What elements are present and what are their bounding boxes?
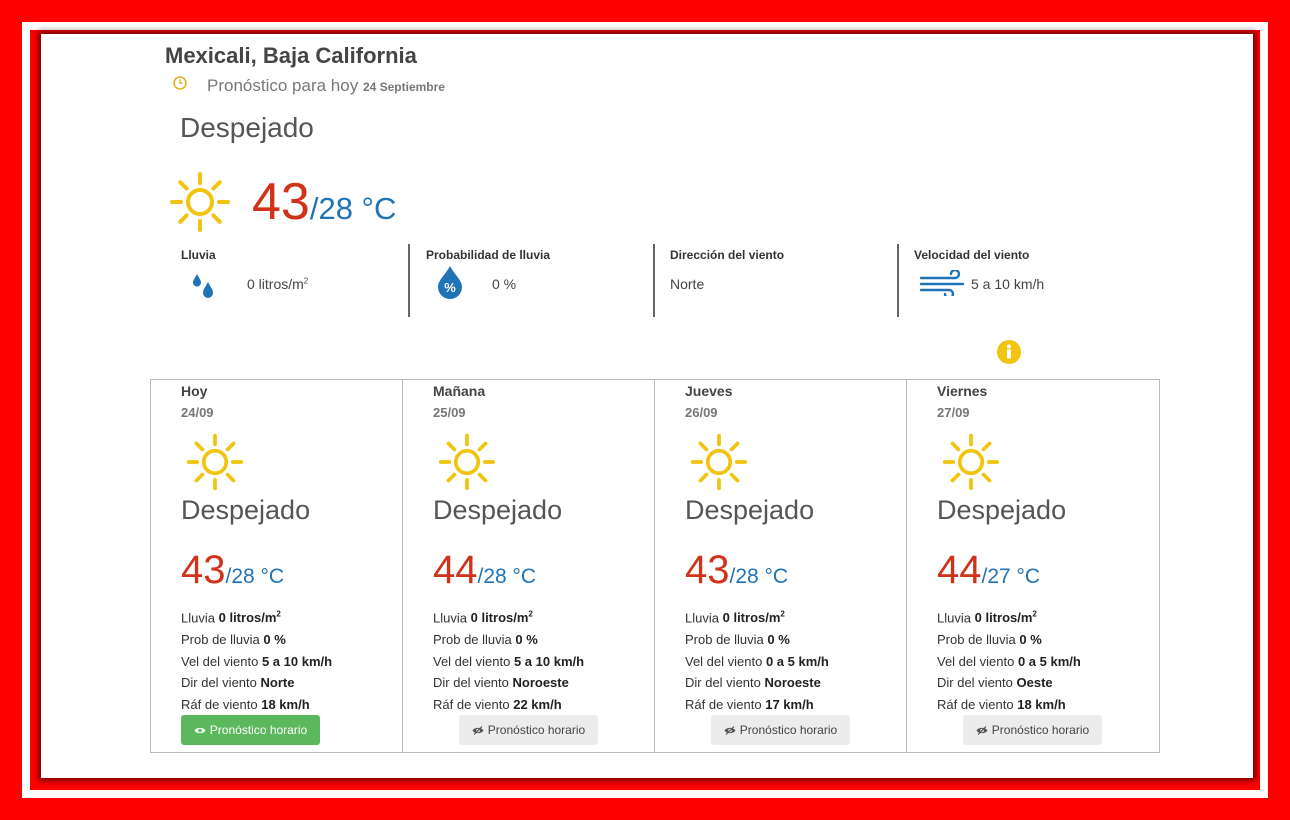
card-wind-speed: Vel del viento 0 a 5 km/h	[937, 653, 1081, 669]
card-day: Hoy	[181, 383, 208, 399]
subtitle-text: Pronóstico para hoy	[207, 76, 359, 95]
weather-panel: Mexicali, Baja California Pronóstico par…	[41, 34, 1253, 778]
current-min-temp: /28 °C	[309, 191, 397, 226]
stat-divider	[897, 244, 899, 317]
forecast-cards: Hoy 24/09 Despejado 43/28 °C Lluvia 0 li…	[150, 379, 1160, 753]
card-condition: Despejado	[181, 495, 311, 525]
eye-slash-icon	[472, 725, 484, 735]
wind-icon	[919, 270, 965, 296]
card-details: Lluvia 0 litros/m2 Prob de lluvia 0 % Ve…	[181, 604, 332, 715]
card-rain: Lluvia 0 litros/m2	[937, 610, 1037, 626]
card-rain-prob: Prob de lluvia 0 %	[181, 631, 286, 647]
forecast-card-0: Hoy 24/09 Despejado 43/28 °C Lluvia 0 li…	[151, 380, 402, 752]
card-condition: Despejado	[433, 495, 563, 525]
current-max-temp: 43	[252, 173, 310, 231]
stat-rain-value: 0 litros/m2	[247, 276, 309, 292]
card-date: 27/09	[937, 405, 970, 420]
forecast-subtitle: Pronóstico para hoy 24 Septiembre	[207, 76, 445, 96]
card-wind-speed: Vel del viento 5 a 10 km/h	[181, 653, 333, 669]
sun-icon	[438, 433, 496, 491]
subtitle-date: 24 Septiembre	[362, 80, 445, 94]
eye-icon	[194, 727, 206, 733]
hourly-forecast-button[interactable]: Pronóstico horario	[459, 715, 598, 745]
card-rain: Lluvia 0 litros/m2	[433, 610, 533, 626]
stat-divider	[653, 244, 655, 317]
card-rain-prob: Prob de lluvia 0 %	[685, 631, 790, 647]
forecast-card-3: Viernes 27/09 Despejado 44/27 °C Lluvia …	[906, 380, 1158, 752]
card-rain-prob: Prob de lluvia 0 %	[433, 631, 538, 647]
stat-wind-speed-label: Velocidad del viento	[914, 248, 1030, 262]
sun-icon	[186, 433, 244, 491]
card-min-temp: /27 °C	[981, 565, 1041, 588]
forecast-card-1: Mañana 25/09 Despejado 44/28 °C Lluvia 0…	[402, 380, 654, 752]
card-min-temp: /28 °C	[729, 565, 789, 588]
card-gust: Ráf de viento 18 km/h	[181, 696, 310, 712]
card-min-temp: /28 °C	[225, 565, 285, 588]
card-gust: Ráf de viento 18 km/h	[937, 696, 1066, 712]
clock-icon	[173, 76, 187, 90]
stat-rain-prob-value: 0 %	[492, 276, 517, 292]
stat-rain-prob-label: Probabilidad de lluvia	[426, 248, 551, 262]
hourly-forecast-button[interactable]: Pronóstico horario	[711, 715, 850, 745]
card-wind-dir: Dir del viento Norte	[181, 675, 295, 691]
stat-wind-dir-value: Norte	[670, 276, 705, 292]
card-day: Mañana	[433, 383, 486, 399]
card-date: 26/09	[685, 405, 718, 420]
sun-icon	[170, 172, 230, 232]
card-max-temp: 43	[181, 548, 226, 592]
card-date: 25/09	[433, 405, 466, 420]
card-rain: Lluvia 0 litros/m2	[181, 610, 281, 626]
card-wind-speed: Vel del viento 0 a 5 km/h	[685, 653, 829, 669]
raindrops-icon	[193, 274, 213, 298]
hourly-forecast-button[interactable]: Pronóstico horario	[181, 715, 320, 745]
card-rain: Lluvia 0 litros/m2	[685, 610, 785, 626]
hourly-forecast-button[interactable]: Pronóstico horario	[963, 715, 1102, 745]
card-temperature: 43/28 °C	[685, 548, 788, 593]
percent-drop-icon: %	[438, 266, 462, 299]
card-gust: Ráf de viento 17 km/h	[685, 696, 814, 712]
card-details: Lluvia 0 litros/m2 Prob de lluvia 0 % Ve…	[937, 604, 1081, 715]
card-rain-prob: Prob de lluvia 0 %	[937, 631, 1042, 647]
card-max-temp: 44	[433, 548, 478, 592]
card-wind-dir: Dir del viento Noroeste	[433, 675, 569, 691]
sun-icon	[690, 433, 748, 491]
svg-text:%: %	[444, 280, 456, 295]
location-title: Mexicali, Baja California	[165, 43, 417, 68]
current-condition: Despejado	[180, 112, 314, 143]
stat-divider	[408, 244, 410, 317]
card-gust: Ráf de viento 22 km/h	[433, 696, 562, 712]
card-max-temp: 43	[685, 548, 730, 592]
card-wind-dir: Dir del viento Noroeste	[685, 675, 821, 691]
info-icon[interactable]	[996, 339, 1022, 365]
card-day: Viernes	[937, 383, 988, 399]
card-condition: Despejado	[937, 495, 1067, 525]
current-temperature: 43/28 °C	[252, 172, 396, 232]
card-day: Jueves	[685, 383, 733, 399]
card-temperature: 44/28 °C	[433, 548, 536, 593]
card-details: Lluvia 0 litros/m2 Prob de lluvia 0 % Ve…	[685, 604, 829, 715]
eye-slash-icon	[976, 725, 988, 735]
card-min-temp: /28 °C	[477, 565, 537, 588]
card-max-temp: 44	[937, 548, 982, 592]
card-date: 24/09	[181, 405, 214, 420]
forecast-card-2: Jueves 26/09 Despejado 43/28 °C Lluvia 0…	[654, 380, 906, 752]
stat-wind-dir-label: Dirección del viento	[670, 248, 785, 262]
card-details: Lluvia 0 litros/m2 Prob de lluvia 0 % Ve…	[433, 604, 584, 715]
stat-wind-speed-value: 5 a 10 km/h	[971, 276, 1045, 292]
sun-icon	[942, 433, 1000, 491]
stat-rain-label: Lluvia	[181, 248, 216, 262]
eye-slash-icon	[724, 725, 736, 735]
card-temperature: 43/28 °C	[181, 548, 284, 593]
card-wind-speed: Vel del viento 5 a 10 km/h	[433, 653, 585, 669]
card-condition: Despejado	[685, 495, 815, 525]
card-wind-dir: Dir del viento Oeste	[937, 675, 1053, 691]
card-temperature: 44/27 °C	[937, 548, 1040, 593]
